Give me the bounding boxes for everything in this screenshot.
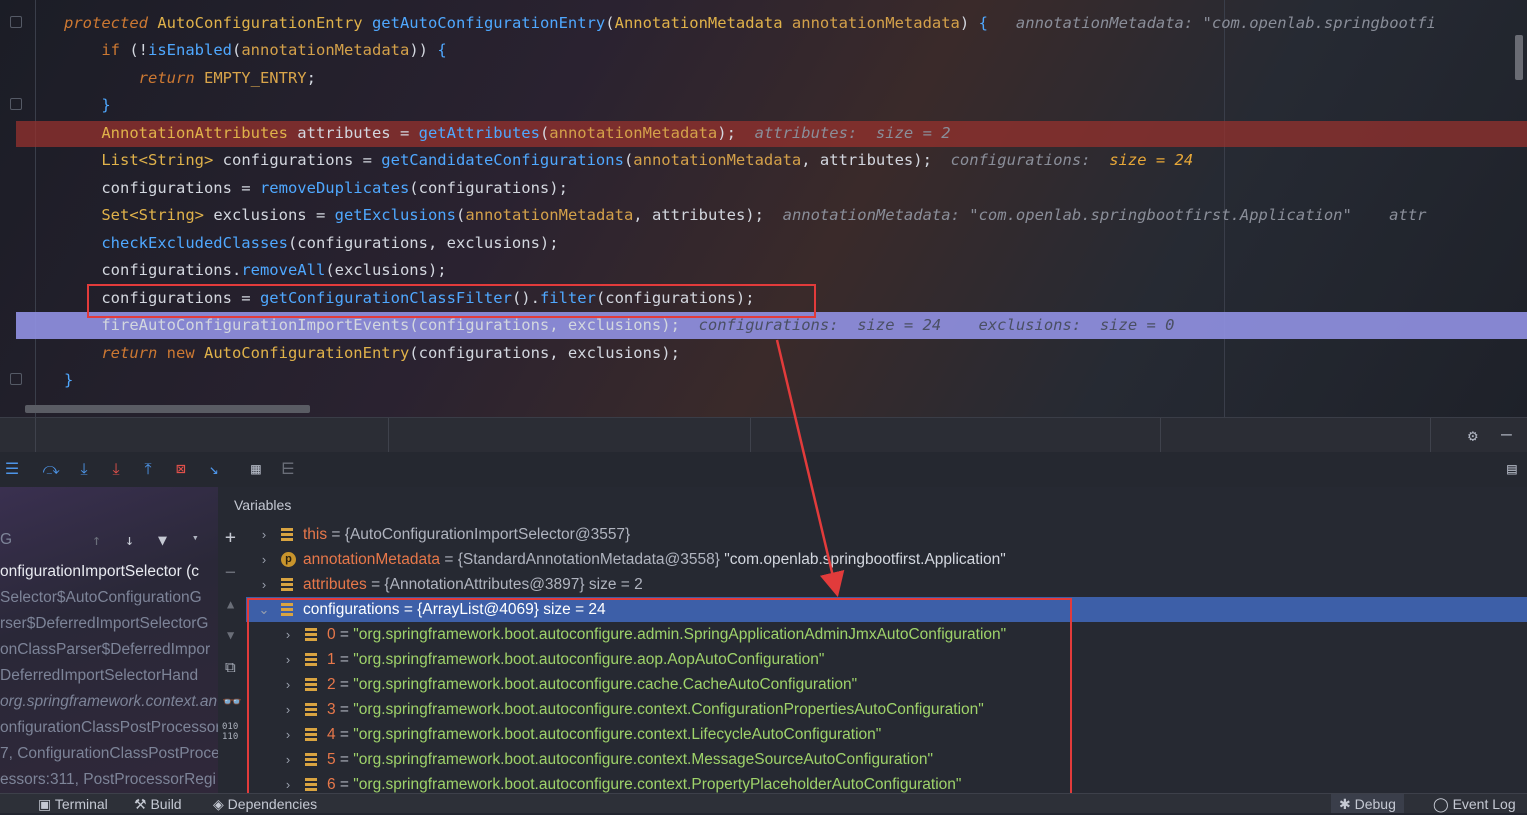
step-out-icon[interactable]: ⤒ xyxy=(138,458,158,480)
build-tab[interactable]: ⚒ Build xyxy=(134,794,182,813)
evaluate-icon[interactable]: ▦ xyxy=(246,458,266,480)
code-line-4[interactable]: } xyxy=(64,92,110,118)
gear-icon[interactable]: ⚙ xyxy=(1468,426,1478,445)
stack-frame-item[interactable]: rser$DeferredImportSelectorG xyxy=(0,611,208,637)
fold-marker-icon[interactable] xyxy=(10,98,22,110)
variable-name: attributes xyxy=(303,576,367,593)
code-line-5[interactable]: AnnotationAttributes attributes = getAtt… xyxy=(64,120,950,146)
variable-value: = {AnnotationAttributes@3897} size = 2 xyxy=(366,576,643,593)
code-line-14[interactable]: } xyxy=(64,367,73,393)
variables-title: Variables xyxy=(234,497,292,513)
bug-icon: ✱ xyxy=(1339,796,1351,812)
code-editor[interactable]: protected AutoConfigurationEntry getAuto… xyxy=(0,0,1527,417)
trace-icon[interactable]: ⋿ xyxy=(278,458,298,480)
layout-icon[interactable]: ▤ xyxy=(1502,458,1522,480)
chevron-right-icon[interactable]: › xyxy=(258,522,270,547)
arrow-up-icon[interactable]: ↑ xyxy=(92,531,101,549)
dependencies-label: Dependencies xyxy=(227,796,318,812)
move-down-icon[interactable]: ▼ xyxy=(227,628,234,642)
variable-name: this xyxy=(303,526,328,543)
variable-value: = {AutoConfigurationImportSelector@3557} xyxy=(327,526,631,543)
stack-frame-item[interactable]: onfigurationClassPostProcessor xyxy=(0,715,218,741)
code-line-7[interactable]: configurations = removeDuplicates(config… xyxy=(64,175,568,201)
code-line-2[interactable]: if (!isEnabled(annotationMetadata)) { xyxy=(64,37,446,63)
debug-label: Debug xyxy=(1354,796,1396,812)
annotation-box-filter-line xyxy=(87,284,816,318)
chevron-down-icon[interactable]: ▾ xyxy=(192,531,199,544)
stack-frame-item[interactable]: onfigurationImportSelector (c xyxy=(0,559,199,585)
field-icon xyxy=(281,578,293,591)
remove-watch-icon[interactable]: − xyxy=(225,562,236,583)
step-over-icon[interactable]: ⤼ xyxy=(41,458,61,480)
stack-frame-item[interactable]: essors:311, PostProcessorRegi xyxy=(0,767,216,793)
variable-row[interactable]: › attributes = {AnnotationAttributes@3897… xyxy=(246,572,1527,597)
glasses-icon[interactable]: 👓 xyxy=(222,692,242,711)
variable-name: annotationMetadata xyxy=(303,551,441,568)
code-line-9[interactable]: checkExcludedClasses(configurations, exc… xyxy=(64,230,558,256)
stack-frame-item[interactable]: G xyxy=(0,527,12,553)
step-into-icon[interactable]: ⤓ xyxy=(74,458,94,480)
stack-frame-item[interactable]: onClassParser$DeferredImpor xyxy=(0,637,210,663)
frames-panel[interactable]: ↑ ↓ ▼ ▾ GonfigurationImportSelector (c Se… xyxy=(0,487,218,793)
force-step-into-icon[interactable]: ⤓ xyxy=(106,458,126,480)
code-line-1[interactable]: protected AutoConfigurationEntry getAuto… xyxy=(64,10,1436,36)
code-line-6[interactable]: List<String> configurations = getCandida… xyxy=(64,147,1193,173)
fold-marker-icon[interactable] xyxy=(10,16,22,28)
variable-value: = {StandardAnnotationMetadata@3558} xyxy=(440,551,725,568)
code-line-3[interactable]: return EMPTY_ENTRY; xyxy=(64,65,316,91)
horizontal-scrollbar[interactable] xyxy=(25,405,310,413)
code-line-8[interactable]: Set<String> exclusions = getExclusions(a… xyxy=(64,202,1426,228)
fold-marker-icon[interactable] xyxy=(10,373,22,385)
variable-row[interactable]: › this = {AutoConfigurationImportSelector… xyxy=(246,522,1527,547)
dependencies-tab[interactable]: ◈ Dependencies xyxy=(213,794,317,813)
chevron-right-icon[interactable]: › xyxy=(258,572,270,597)
stack-frame-item[interactable]: 7, ConfigurationClassPostProce xyxy=(0,741,218,767)
terminal-icon: ▣ xyxy=(38,796,52,812)
event-log-tab[interactable]: ◯ Event Log xyxy=(1433,794,1516,813)
chevron-right-icon[interactable]: › xyxy=(258,547,270,572)
stack-frame-item[interactable]: org.springframework.context.an xyxy=(0,689,217,715)
drop-frame-icon[interactable]: ⊠ xyxy=(171,458,191,480)
filter-icon[interactable]: ▼ xyxy=(158,531,167,549)
dependencies-icon: ◈ xyxy=(213,796,224,812)
add-watch-icon[interactable]: + xyxy=(225,527,236,548)
event-log-label: Event Log xyxy=(1452,796,1516,812)
stack-frame-item[interactable]: Selector$AutoConfigurationG xyxy=(0,585,202,611)
code-line-10[interactable]: configurations.removeAll(exclusions); xyxy=(64,257,446,283)
variables-header: Variables xyxy=(218,487,1527,522)
run-to-cursor-icon[interactable]: ↘ xyxy=(204,458,224,480)
hammer-icon: ⚒ xyxy=(134,796,147,812)
debug-toolbar xyxy=(0,452,1527,488)
copy-icon[interactable]: ⧉ xyxy=(225,658,236,676)
arrow-down-icon[interactable]: ↓ xyxy=(125,531,134,549)
editor-gutter xyxy=(0,0,40,417)
move-up-icon[interactable]: ▲ xyxy=(227,597,234,611)
vertical-scrollbar[interactable] xyxy=(1515,35,1523,80)
gutter-divider xyxy=(35,0,36,417)
variable-string-value: "com.openlab.springbootfirst.Application… xyxy=(724,551,1006,568)
list-icon[interactable]: ☰ xyxy=(2,458,22,480)
stack-frame-item[interactable]: DeferredImportSelectorHand xyxy=(0,663,198,689)
field-icon xyxy=(281,528,293,541)
parameter-icon: p xyxy=(281,552,296,567)
terminal-tab[interactable]: ▣ Terminal xyxy=(38,794,108,813)
debug-tab-bar xyxy=(0,417,1527,453)
binary-icon[interactable]: 010 110 xyxy=(222,722,238,742)
variable-row[interactable]: › p annotationMetadata = {StandardAnnotati… xyxy=(246,547,1527,572)
minimize-icon[interactable]: — xyxy=(1501,424,1512,445)
build-label: Build xyxy=(150,796,182,812)
status-bar: ▣ Terminal ⚒ Build ◈ Dependencies ✱ Debu… xyxy=(0,793,1527,813)
annotation-box-configurations xyxy=(247,598,1072,798)
code-line-13[interactable]: return new AutoConfigurationEntry(config… xyxy=(64,340,680,366)
event-log-icon: ◯ xyxy=(1433,796,1449,812)
terminal-label: Terminal xyxy=(54,796,108,812)
debug-tab[interactable]: ✱ Debug xyxy=(1331,794,1404,813)
